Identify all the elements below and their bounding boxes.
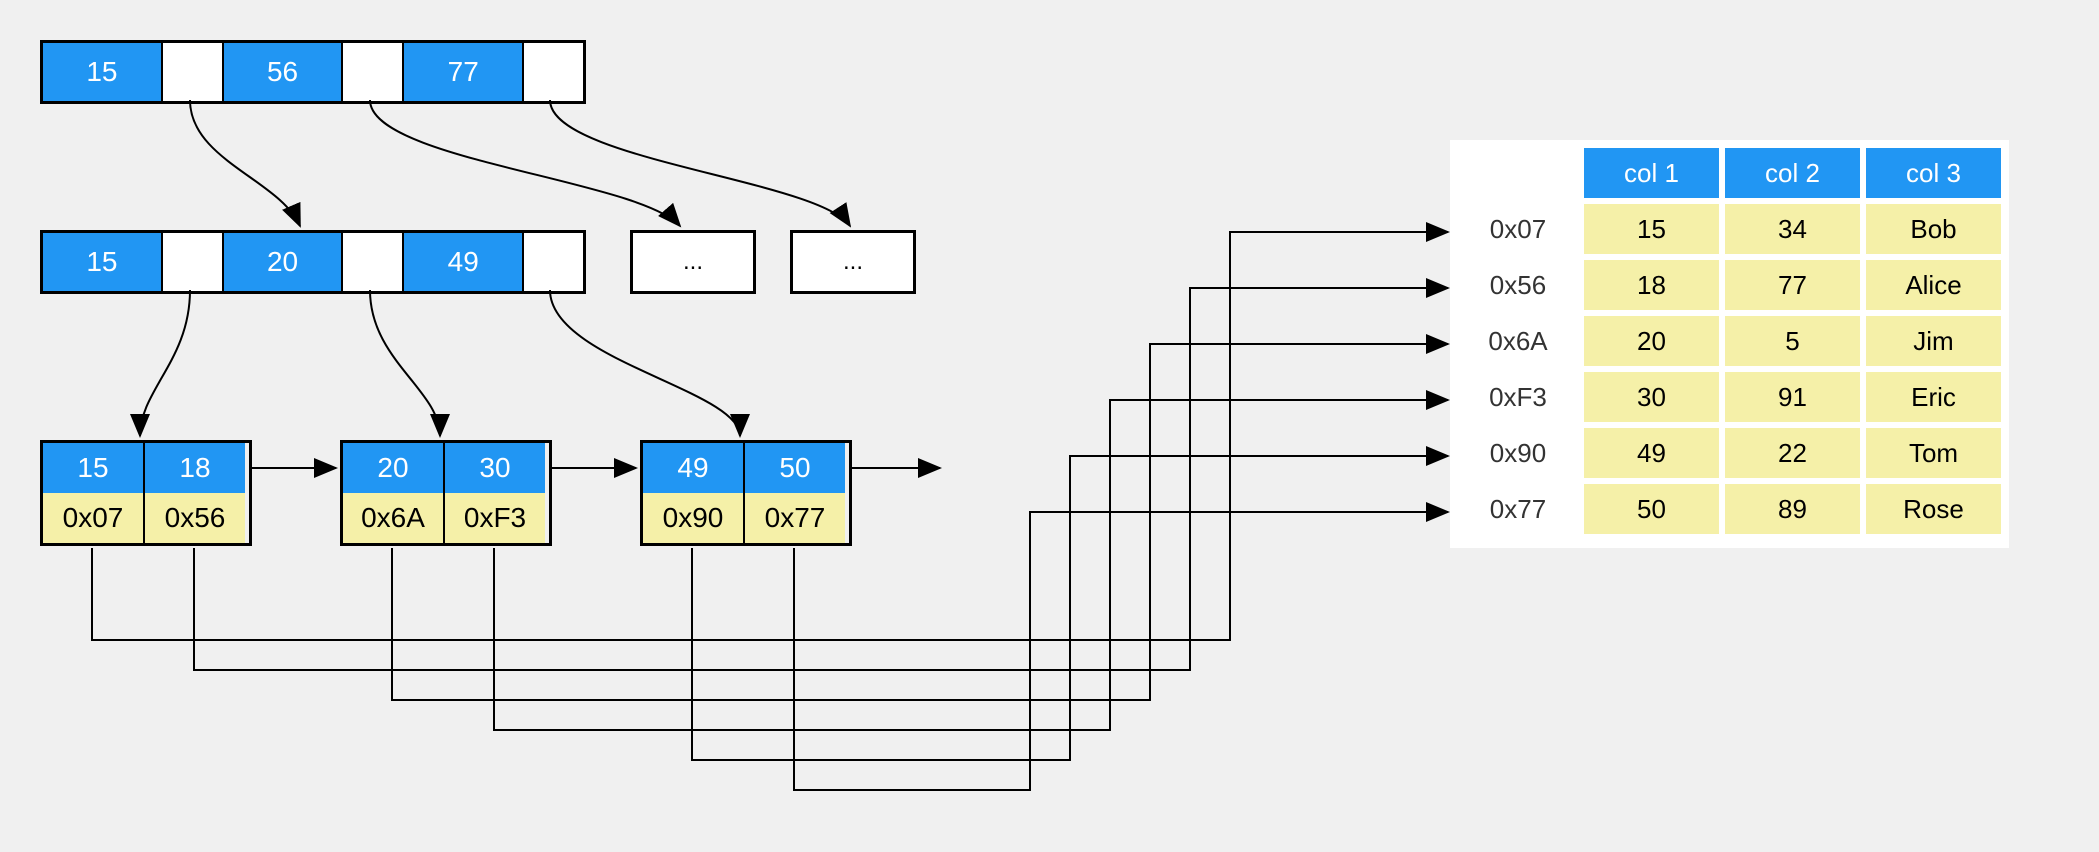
row0-col3: Bob <box>1866 204 2001 254</box>
row4-col3: Tom <box>1866 428 2001 478</box>
leaf2-ptr-1: 0x77 <box>745 493 845 543</box>
internal-pointer-1 <box>343 233 404 291</box>
btree-leaf-node-1: 20 30 0x6A 0xF3 <box>340 440 552 546</box>
internal-key-1: 20 <box>224 233 344 291</box>
leaf0-key-1: 18 <box>145 443 245 493</box>
btree-leaf-node-0: 15 18 0x07 0x56 <box>40 440 252 546</box>
row0-col2: 34 <box>1725 204 1860 254</box>
row1-col1: 18 <box>1584 260 1719 310</box>
table-row: 0x07 15 34 Bob <box>1458 204 2001 254</box>
table-header-col2: col 2 <box>1725 148 1860 198</box>
leaf0-key-0: 15 <box>43 443 145 493</box>
row0-col1: 15 <box>1584 204 1719 254</box>
row3-col2: 91 <box>1725 372 1860 422</box>
internal-pointer-0 <box>163 233 224 291</box>
row-addr-4: 0x90 <box>1458 428 1578 478</box>
table-row: 0x6A 20 5 Jim <box>1458 316 2001 366</box>
root-pointer-0 <box>163 43 224 101</box>
root-key-0: 15 <box>43 43 163 101</box>
row4-col2: 22 <box>1725 428 1860 478</box>
root-pointer-1 <box>343 43 404 101</box>
leaf0-ptr-1: 0x56 <box>145 493 245 543</box>
leaf2-key-0: 49 <box>643 443 745 493</box>
row3-col1: 30 <box>1584 372 1719 422</box>
table-row: 0x77 50 89 Rose <box>1458 484 2001 534</box>
row-addr-1: 0x56 <box>1458 260 1578 310</box>
row2-col1: 20 <box>1584 316 1719 366</box>
row1-col3: Alice <box>1866 260 2001 310</box>
leaf1-ptr-0: 0x6A <box>343 493 445 543</box>
btree-leaf-node-2: 49 50 0x90 0x77 <box>640 440 852 546</box>
row1-col2: 77 <box>1725 260 1860 310</box>
leaf0-ptr-0: 0x07 <box>43 493 145 543</box>
table-header-col1: col 1 <box>1584 148 1719 198</box>
internal-pointer-2 <box>524 233 583 291</box>
root-pointer-2 <box>524 43 583 101</box>
btree-root-node: 15 56 77 <box>40 40 586 104</box>
leaf2-key-1: 50 <box>745 443 845 493</box>
table-row: 0xF3 30 91 Eric <box>1458 372 2001 422</box>
leaf1-ptr-1: 0xF3 <box>445 493 545 543</box>
table-row: 0x90 49 22 Tom <box>1458 428 2001 478</box>
table-row: 0x56 18 77 Alice <box>1458 260 2001 310</box>
table-header-blank <box>1458 148 1578 198</box>
row4-col1: 49 <box>1584 428 1719 478</box>
row5-col1: 50 <box>1584 484 1719 534</box>
row-addr-2: 0x6A <box>1458 316 1578 366</box>
sibling-placeholder-1: ... <box>790 230 916 294</box>
row-addr-3: 0xF3 <box>1458 372 1578 422</box>
leaf1-key-1: 30 <box>445 443 545 493</box>
data-table: col 1 col 2 col 3 0x07 15 34 Bob 0x56 18… <box>1450 140 2009 548</box>
row-addr-5: 0x77 <box>1458 484 1578 534</box>
internal-key-0: 15 <box>43 233 163 291</box>
sibling-placeholder-0: ... <box>630 230 756 294</box>
row5-col3: Rose <box>1866 484 2001 534</box>
row2-col2: 5 <box>1725 316 1860 366</box>
root-key-2: 77 <box>404 43 524 101</box>
row2-col3: Jim <box>1866 316 2001 366</box>
root-key-1: 56 <box>224 43 344 101</box>
btree-internal-node: 15 20 49 <box>40 230 586 294</box>
row3-col3: Eric <box>1866 372 2001 422</box>
row-addr-0: 0x07 <box>1458 204 1578 254</box>
leaf1-key-0: 20 <box>343 443 445 493</box>
internal-key-2: 49 <box>404 233 524 291</box>
row5-col2: 89 <box>1725 484 1860 534</box>
table-header-col3: col 3 <box>1866 148 2001 198</box>
leaf2-ptr-0: 0x90 <box>643 493 745 543</box>
